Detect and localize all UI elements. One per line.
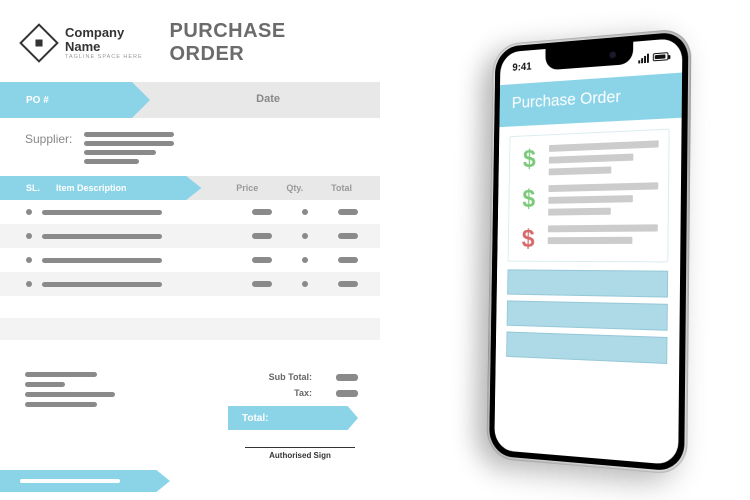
po-header-band: PO # Date (0, 82, 380, 118)
date-label: Date (256, 93, 280, 105)
table-row (0, 200, 380, 224)
document-title: PURCHASE ORDER (170, 20, 356, 66)
dollar-icon: $ (517, 226, 539, 251)
list-item: $ (518, 140, 658, 176)
summary-block (507, 269, 668, 297)
table-row (0, 224, 380, 248)
signature-area: Authorised Sign (245, 447, 355, 460)
notes-placeholder (25, 372, 115, 430)
company-name: Company Name (65, 26, 158, 55)
battery-icon (652, 52, 668, 61)
po-number-label: PO # (26, 95, 49, 106)
status-time: 9:41 (512, 61, 531, 74)
col-item: Item Description (56, 183, 127, 193)
entries-card: $ $ $ (507, 129, 669, 263)
signal-icon (638, 53, 649, 63)
bottom-ribbon (0, 470, 170, 492)
total-label: Total: (242, 413, 268, 424)
subtotal-label: Sub Total: (269, 372, 312, 382)
purchase-order-document: Company Name TAGLINE SPACE HERE PURCHASE… (0, 0, 380, 500)
phone-mockup: 9:41 Purchase Order (486, 28, 691, 476)
company-tagline: TAGLINE SPACE HERE (65, 54, 158, 60)
summary-block (506, 332, 667, 365)
tax-label: Tax: (294, 388, 312, 398)
col-sl: SL. (26, 183, 40, 193)
col-qty: Qty. (286, 183, 303, 193)
summary-block (506, 300, 667, 330)
list-item: $ (517, 224, 657, 251)
items-table-header: SL. Item Description Price Qty. Total (0, 176, 380, 200)
col-total: Total (331, 183, 352, 193)
dollar-icon: $ (518, 145, 540, 171)
total-ribbon: Total: (228, 406, 358, 430)
po-number-ribbon: PO # (0, 82, 150, 118)
supplier-section: Supplier: (0, 118, 380, 176)
table-row (0, 248, 380, 272)
signature-label: Authorised Sign (245, 451, 355, 460)
col-price: Price (236, 183, 258, 193)
table-row-empty (0, 296, 380, 318)
tax-value-placeholder (336, 390, 358, 397)
list-item: $ (517, 182, 657, 216)
company-logo-icon (19, 23, 59, 63)
phone-mockup-panel: 9:41 Purchase Order (380, 0, 750, 500)
supplier-placeholder-lines (84, 132, 174, 164)
supplier-label: Supplier: (25, 132, 72, 146)
table-row-empty (0, 340, 380, 362)
dollar-icon: $ (518, 185, 540, 211)
totals-section: Sub Total: Tax: Total: (0, 362, 380, 430)
document-header: Company Name TAGLINE SPACE HERE PURCHASE… (0, 0, 380, 76)
app-title: Purchase Order (511, 87, 620, 112)
subtotal-value-placeholder (336, 374, 358, 381)
summary-blocks (506, 269, 668, 364)
table-row-empty (0, 318, 380, 340)
table-row (0, 272, 380, 296)
